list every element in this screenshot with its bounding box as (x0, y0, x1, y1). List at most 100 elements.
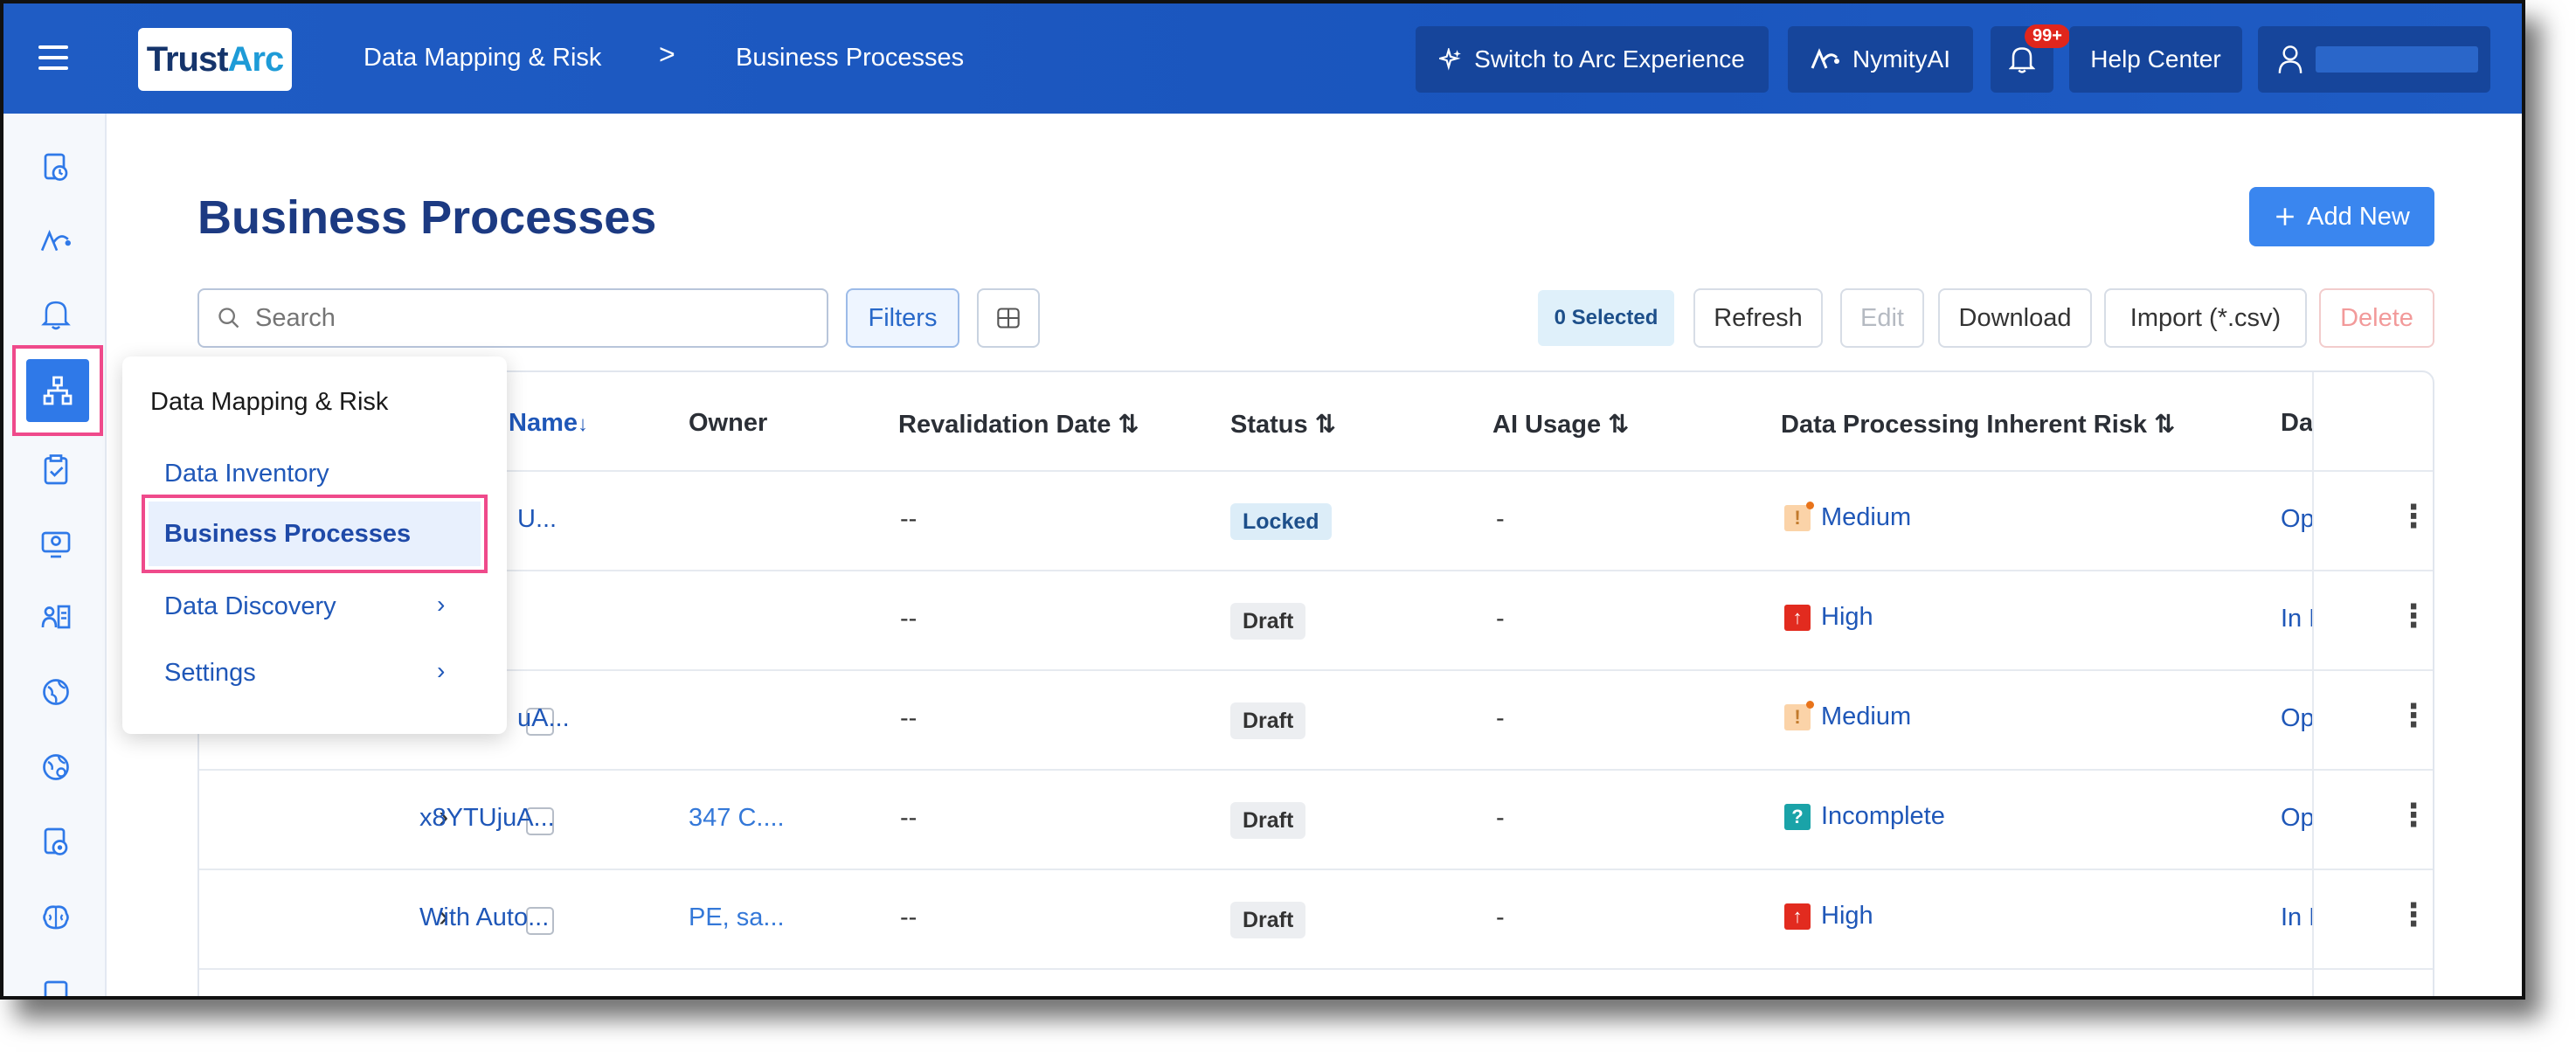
column-risk-label: Data Processing Inherent Risk (1781, 411, 2148, 439)
actions-column-divider (2312, 372, 2314, 996)
sidebar-more-icon[interactable] (37, 973, 75, 996)
search-icon (218, 308, 239, 329)
logo-text-accent: Arc (227, 39, 285, 79)
column-name-label: Name (509, 409, 578, 437)
column-header-revalidation[interactable]: Revalidation Date ⇅ (898, 409, 1139, 439)
row-data-status[interactable]: In Re (2281, 903, 2312, 932)
divider (199, 470, 2433, 472)
left-sidebar (3, 114, 107, 996)
column-status-label: Status (1230, 411, 1308, 439)
bell-icon (2009, 47, 2035, 73)
sidebar-people-list-icon[interactable] (37, 598, 75, 636)
hamburger-menu-icon[interactable] (38, 45, 68, 70)
sidebar-globe-settings-icon[interactable] (37, 748, 75, 786)
risk-indicator[interactable]: ↑ High (1784, 902, 1873, 931)
sidebar-dashboard-icon[interactable] (37, 149, 75, 187)
risk-label: Incomplete (1821, 802, 1945, 830)
risk-label: Medium (1821, 702, 1912, 730)
sidebar-globe-icon[interactable] (37, 673, 75, 711)
sort-icon[interactable]: ⇅ (1118, 411, 1139, 439)
flyout-item-data-discovery[interactable]: Data Discovery (164, 592, 336, 621)
row-name-link[interactable]: x8YTUjuA... (419, 804, 555, 833)
status-badge: Draft (1230, 802, 1306, 839)
risk-indicator[interactable]: ! Medium (1784, 700, 1912, 731)
refresh-button[interactable]: Refresh (1693, 288, 1823, 348)
row-revalidation: -- (900, 704, 918, 732)
status-badge: Draft (1230, 902, 1306, 938)
column-header-name[interactable]: Name↓ (509, 409, 588, 438)
user-name-redacted (2316, 46, 2478, 73)
import-csv-button[interactable]: Import (*.csv) (2104, 288, 2307, 348)
nymity-ai-button[interactable]: NymityAI (1788, 26, 1973, 93)
top-bar: Trust Arc Data Mapping & Risk > Business … (3, 3, 2522, 114)
divider (199, 769, 2433, 771)
row-data-status[interactable]: Ope (2281, 704, 2312, 733)
row-actions-kebab-icon[interactable]: ⋮ (2398, 697, 2429, 734)
risk-indicator[interactable]: ? Incomplete (1784, 802, 1945, 831)
column-header-status[interactable]: Status ⇅ (1230, 409, 1336, 439)
edit-button[interactable]: Edit (1840, 288, 1924, 348)
status-badge: Draft (1230, 702, 1306, 739)
sort-desc-icon[interactable]: ↓ (578, 412, 588, 436)
download-button[interactable]: Download (1938, 288, 2092, 348)
breadcrumb-business-processes: Business Processes (736, 44, 965, 72)
flyout-item-settings[interactable]: Settings (164, 659, 256, 688)
chevron-right-icon: › (437, 657, 446, 684)
table-grid-icon (997, 308, 1020, 329)
sidebar-nymity-icon[interactable] (37, 222, 75, 260)
nymity-ai-icon (1811, 48, 1839, 69)
flyout-item-data-inventory[interactable]: Data Inventory (164, 460, 329, 488)
row-actions-kebab-icon[interactable]: ⋮ (2398, 797, 2429, 834)
column-header-risk[interactable]: Data Processing Inherent Risk ⇅ (1781, 409, 2175, 439)
help-center-button[interactable]: Help Center (2069, 26, 2242, 93)
help-center-label: Help Center (2090, 45, 2221, 73)
risk-label: Medium (1821, 503, 1912, 531)
breadcrumb-chevron-icon: > (659, 38, 675, 70)
add-new-button[interactable]: Add New (2249, 187, 2434, 246)
column-header-ai-usage[interactable]: AI Usage ⇅ (1492, 409, 1629, 439)
user-menu-button[interactable] (2258, 26, 2490, 93)
row-actions-kebab-icon[interactable]: ⋮ (2398, 498, 2429, 535)
switch-experience-label: Switch to Arc Experience (1474, 45, 1745, 73)
app-window: Trust Arc Data Mapping & Risk > Business … (0, 0, 2525, 1000)
sort-icon[interactable]: ⇅ (1608, 411, 1629, 439)
sidebar-bell-icon[interactable] (37, 295, 75, 334)
sidebar-data-mapping-active[interactable] (12, 345, 103, 436)
trustarc-logo[interactable]: Trust Arc (138, 28, 292, 91)
sidebar-brain-icon[interactable] (37, 898, 75, 937)
sidebar-monitor-icon[interactable] (37, 524, 75, 563)
column-settings-button[interactable] (977, 288, 1040, 348)
delete-button[interactable]: Delete (2319, 288, 2434, 348)
switch-experience-button[interactable]: Switch to Arc Experience (1416, 26, 1769, 93)
row-actions-kebab-icon[interactable]: ⋮ (2398, 598, 2429, 634)
search-input[interactable] (255, 303, 779, 333)
row-name-link[interactable]: U... (517, 505, 557, 534)
incomplete-question-icon: ? (1784, 803, 1811, 830)
row-data-status[interactable]: Ope (2281, 804, 2312, 833)
row-actions-kebab-icon[interactable]: ⋮ (2398, 896, 2429, 933)
sidebar-assessment-icon[interactable] (37, 451, 75, 489)
row-owner-link[interactable]: 347 C.... (689, 804, 785, 833)
filters-button[interactable]: Filters (846, 288, 959, 348)
flyout-item-business-processes[interactable]: Business Processes (142, 495, 488, 573)
risk-indicator[interactable]: ↑ High (1784, 603, 1873, 632)
search-box[interactable] (197, 288, 828, 348)
row-data-status[interactable]: Ope (2281, 505, 2312, 534)
breadcrumb-data-mapping[interactable]: Data Mapping & Risk (364, 44, 601, 73)
risk-indicator[interactable]: ! Medium (1784, 501, 1912, 532)
divider (199, 968, 2433, 970)
row-name-link[interactable]: With Auto... (419, 903, 549, 932)
column-header-data[interactable]: Data (2281, 409, 2312, 438)
plus-icon (2276, 208, 2294, 225)
notification-count-badge: 99+ (2025, 24, 2070, 48)
sidebar-document-settings-icon[interactable] (37, 823, 75, 862)
row-name-link[interactable]: uA... (517, 704, 570, 733)
row-ai-usage: - (1496, 704, 1505, 732)
row-owner-link[interactable]: PE, sa... (689, 903, 785, 932)
sort-icon[interactable]: ⇅ (1315, 411, 1336, 439)
column-header-owner[interactable]: Owner (689, 409, 767, 438)
page-title: Business Processes (197, 191, 657, 244)
sort-icon[interactable]: ⇅ (2154, 411, 2175, 439)
medium-risk-icon: ! (1784, 700, 1814, 730)
row-data-status[interactable]: In Pr (2281, 605, 2312, 633)
